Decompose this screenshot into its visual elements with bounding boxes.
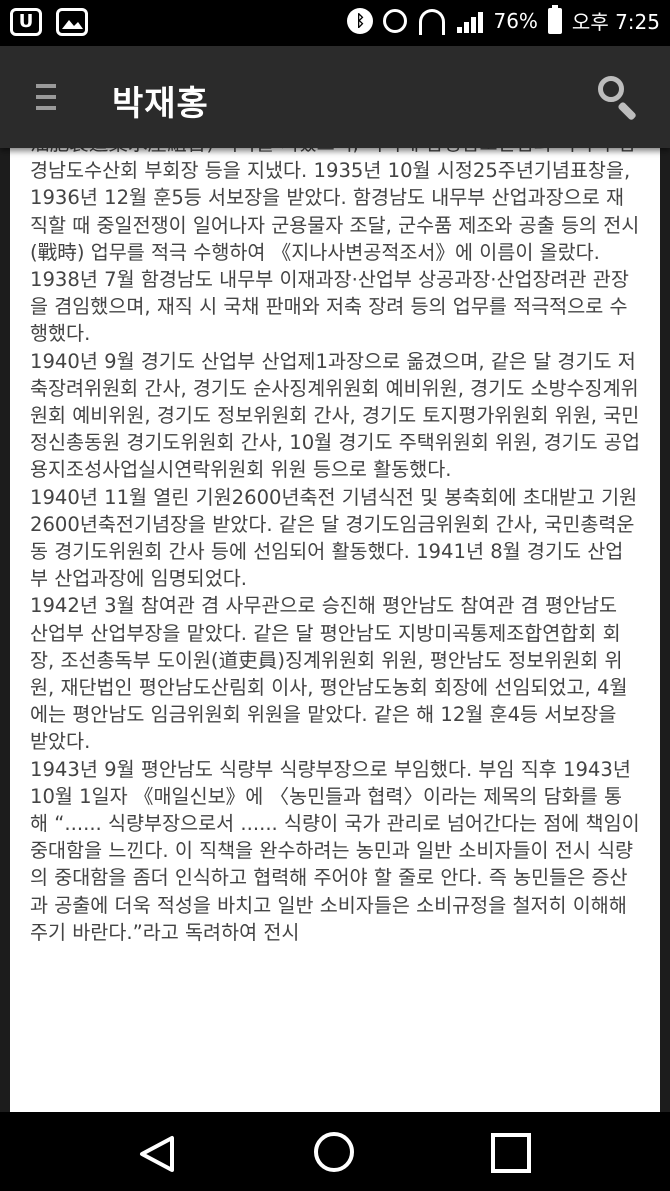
article-paragraph: 1943년 9월 평안남도 식량부 식량부장으로 부임했다. 부임 직후 194…	[30, 757, 640, 944]
gallery-icon	[56, 8, 88, 36]
article-paragraph: 1940년 9월 경기도 산업부 산업제1과장으로 옮겼으며, 같은 달 경기도…	[30, 349, 640, 482]
search-icon[interactable]	[598, 76, 642, 121]
menu-icon[interactable]	[36, 84, 56, 110]
signal-icon	[457, 9, 484, 33]
wifi-icon	[417, 8, 447, 35]
back-icon[interactable]	[138, 1134, 178, 1174]
u-plus-icon: U	[10, 8, 42, 36]
navigation-bar	[0, 1112, 670, 1191]
home-icon[interactable]	[314, 1132, 354, 1172]
page-title: 박재홍	[112, 84, 209, 124]
status-bar: U ᛒ 76% 오후 7:25	[0, 0, 670, 46]
app-bar: 박재홍	[0, 46, 670, 148]
system-indicators: ᛒ 76% 오후 7:25	[347, 4, 660, 35]
alarm-icon	[383, 8, 408, 33]
recent-apps-icon[interactable]	[491, 1133, 531, 1173]
bluetooth-icon: ᛒ	[347, 7, 374, 34]
article-paragraph: 1942년 3월 참여관 겸 사무관으로 승진해 평안남도 참여관 겸 평안남도…	[30, 594, 628, 754]
article-container[interactable]: 油肥製造業水産組合) 이사를 지냈으며, 이외에 함경남도산림회 이사와 함경남…	[10, 148, 660, 1112]
article-paragraph: 1940년 11월 열린 기원2600년축전 기념식전 및 봉축회에 초대받고 …	[30, 485, 638, 591]
battery-icon	[547, 4, 562, 34]
article-paragraph: 油肥製造業水産組合) 이사를 지냈으며, 이외에 함경남도산림회 이사와 함경남…	[30, 148, 640, 346]
clock: 오후 7:25	[571, 10, 660, 34]
notification-icons: U	[10, 8, 88, 36]
article-body: 油肥製造業水産組合) 이사를 지냈으며, 이외에 함경남도산림회 이사와 함경남…	[10, 148, 660, 946]
battery-percent: 76%	[493, 8, 538, 33]
